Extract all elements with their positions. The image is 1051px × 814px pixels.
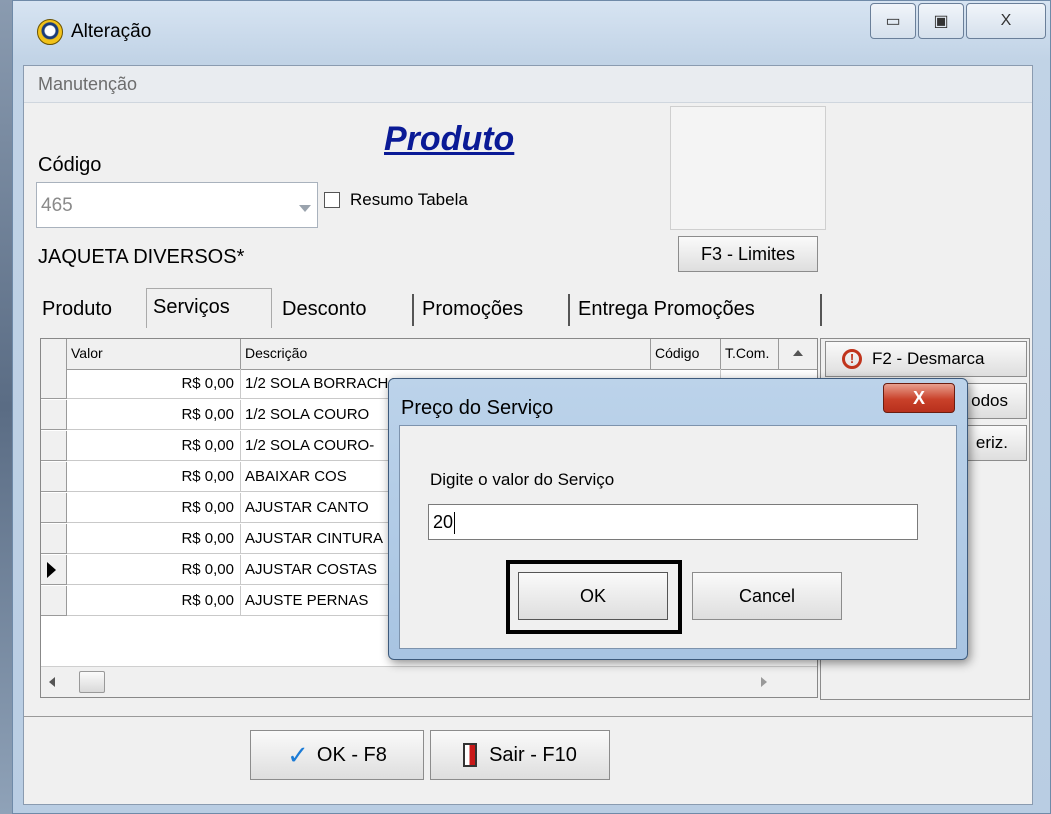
resumo-tabela-label: Resumo Tabela <box>350 190 468 209</box>
product-photo <box>670 106 826 230</box>
valor-cell: R$ 0,00 <box>67 400 241 430</box>
close-icon: X <box>912 387 925 408</box>
dialog-ok-button-label: OK <box>579 585 606 606</box>
column-header-tcom[interactable]: T.Com. <box>721 339 779 369</box>
dialog-cancel-button[interactable]: Cancel <box>692 572 842 620</box>
column-header-valor[interactable]: Valor <box>67 339 241 369</box>
window-controls: ▭ ▣ X <box>868 3 1046 39</box>
desmarca-button-label: F2 - Desmarca <box>872 349 985 368</box>
tab-produto[interactable]: Produto <box>36 294 146 326</box>
row-indicator <box>41 555 67 585</box>
tab-desconto-label: Desconto <box>282 298 367 320</box>
tab-servicos[interactable]: Serviços <box>146 288 272 328</box>
limites-button-label: F3 - Limites <box>700 243 796 264</box>
row-indicator <box>41 493 67 523</box>
scroll-left-icon[interactable] <box>49 677 55 687</box>
service-value-input[interactable]: 20 <box>428 504 918 540</box>
product-name: JAQUETA DIVERSOS* <box>38 246 245 268</box>
menu-bar: Manutenção <box>24 66 1032 103</box>
row-indicator <box>41 462 67 492</box>
valor-cell: R$ 0,00 <box>67 555 241 585</box>
current-row-arrow-icon <box>47 562 56 578</box>
grid-header: Valor Descrição Código T.Com. <box>41 339 817 370</box>
codigo-label: Código <box>38 154 102 176</box>
dialog-cancel-button-label: Cancel <box>738 585 796 606</box>
text-caret <box>454 512 456 535</box>
title-bar: Alteração ▭ ▣ X <box>13 1 1050 65</box>
chevron-down-icon[interactable] <box>299 205 311 212</box>
scroll-up-button[interactable] <box>779 339 817 369</box>
column-header-codigo[interactable]: Código <box>651 339 721 369</box>
maximize-icon: ▣ <box>933 13 949 30</box>
valor-cell: R$ 0,00 <box>67 586 241 616</box>
scroll-right-icon[interactable] <box>761 677 767 687</box>
valor-cell: R$ 0,00 <box>67 524 241 554</box>
valor-cell: R$ 0,00 <box>67 431 241 461</box>
ok-f8-button-label: OK - F8 <box>316 743 387 766</box>
window-title: Alteração <box>71 21 152 42</box>
tab-entrega-promocoes-label: Entrega Promoções <box>578 298 755 320</box>
row-indicator <box>41 400 67 430</box>
caracteriz-button-label: eriz. <box>975 433 1008 452</box>
close-window-button[interactable]: X <box>966 3 1046 39</box>
valor-cell: R$ 0,00 <box>67 369 241 399</box>
valor-cell: R$ 0,00 <box>67 462 241 492</box>
sair-f10-button-label: Sair - F10 <box>489 743 577 766</box>
tab-servicos-label: Serviços <box>153 296 230 318</box>
menu-item-manutencao[interactable]: Manutenção <box>38 74 137 95</box>
ok-f8-button[interactable]: ✓ OK - F8 <box>250 730 424 780</box>
row-indicator <box>41 369 67 399</box>
exit-door-icon <box>463 743 478 767</box>
app-icon <box>37 19 63 45</box>
row-indicator <box>41 431 67 461</box>
scrollbar-thumb[interactable] <box>79 671 105 693</box>
codigo-combobox[interactable]: 465 <box>36 182 318 228</box>
desktop-background <box>0 0 12 814</box>
sair-f10-button[interactable]: Sair - F10 <box>430 730 610 780</box>
dialog-title: Preço do Serviço <box>401 397 554 419</box>
preco-servico-dialog: Preço do Serviço X Digite o valor do Ser… <box>388 378 968 660</box>
dialog-close-button[interactable]: X <box>883 383 955 413</box>
close-icon: X <box>1000 12 1012 29</box>
dialog-prompt: Digite o valor do Serviço <box>430 470 615 489</box>
row-indicator <box>41 524 67 554</box>
valor-cell: R$ 0,00 <box>67 493 241 523</box>
horizontal-scrollbar[interactable] <box>41 666 817 697</box>
checkmark-icon: ✓ <box>287 739 309 770</box>
page-title: Produto <box>384 120 515 158</box>
service-value-text: 20 <box>433 512 454 532</box>
codigo-value: 465 <box>41 195 73 216</box>
row-indicator <box>41 586 67 616</box>
resumo-tabela-checkbox[interactable] <box>324 192 340 208</box>
todos-button-label: odos <box>971 391 1008 410</box>
tab-desconto[interactable]: Desconto <box>276 294 414 326</box>
desmarca-button[interactable]: ! F2 - Desmarca <box>825 341 1027 377</box>
minimize-button[interactable]: ▭ <box>870 3 916 39</box>
limites-button[interactable]: F3 - Limites <box>678 236 818 272</box>
footer-divider <box>24 716 1032 717</box>
maximize-button[interactable]: ▣ <box>918 3 964 39</box>
minimize-icon: ▭ <box>885 13 901 30</box>
dialog-body: Digite o valor do Serviço 20 OK Cancel <box>399 425 957 649</box>
tab-entrega-promocoes[interactable]: Entrega Promoções <box>572 294 822 326</box>
chevron-up-icon <box>793 350 803 356</box>
tab-produto-label: Produto <box>42 298 113 320</box>
dialog-ok-button[interactable]: OK <box>518 572 668 620</box>
column-header-descricao[interactable]: Descrição <box>241 339 651 369</box>
header-indicator <box>41 339 67 369</box>
tab-promocoes-label: Promoções <box>422 298 524 320</box>
alert-icon: ! <box>842 349 862 369</box>
tab-promocoes[interactable]: Promoções <box>416 294 570 326</box>
